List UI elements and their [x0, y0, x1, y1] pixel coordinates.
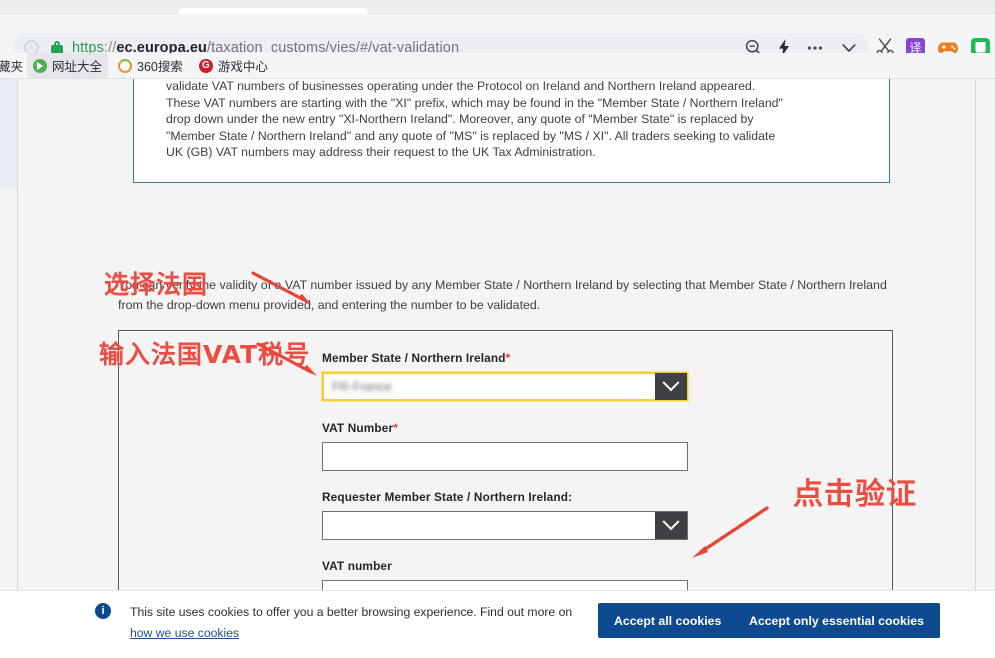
notice-line: validate VAT numbers of businesses opera… [166, 79, 875, 95]
page-right-border [975, 79, 976, 595]
member-state-select[interactable]: FR-France [322, 372, 688, 401]
tab-strip [0, 0, 995, 14]
cookie-message-text: This site uses cookies to offer you a be… [130, 605, 572, 619]
nav-site-icon [33, 59, 47, 73]
bookmark-item-360-search[interactable]: 360搜索 [112, 53, 189, 78]
browser-window: https://ec.europa.eu/taxation_customs/vi… [0, 0, 995, 657]
annotation-arrow-1 [250, 270, 320, 310]
bookmark-item-game-center[interactable]: G 游戏中心 [193, 53, 274, 78]
accept-all-cookies-button[interactable]: Accept all cookies [598, 603, 737, 638]
annotation-arrow-2 [255, 341, 325, 381]
vat-notice-box: validate VAT numbers of businesses opera… [133, 79, 890, 183]
page-left-border [17, 79, 18, 595]
required-marker: * [506, 351, 511, 365]
cookie-banner: i This site uses cookies to offer you a … [0, 590, 995, 657]
info-icon: i [95, 603, 111, 619]
bookmark-label: 360搜索 [137, 56, 183, 75]
annotation-arrow-3 [681, 504, 773, 564]
required-marker: * [393, 421, 398, 435]
field-requester-member-state: Requester Member State / Northern Irelan… [322, 490, 688, 540]
field-label-requester-member-state: Requester Member State / Northern Irelan… [322, 490, 688, 504]
chevron-down-icon[interactable] [655, 373, 687, 400]
notice-line: "Member State / Northern Ireland" and an… [166, 128, 875, 145]
notice-line: UK (GB) VAT numbers may address their re… [166, 144, 875, 161]
bookmark-label: 网址大全 [52, 56, 102, 75]
annotation-click-verify: 点击验证 [793, 469, 917, 513]
notice-line: drop down under the new entry "XI-Northe… [166, 111, 875, 128]
annotation-select-france: 选择法国 [104, 265, 208, 301]
notice-line: These VAT numbers are starting with the … [166, 95, 875, 112]
bookmarks-bar: 藏夹 网址大全 360搜索 G 游戏中心 [0, 53, 995, 79]
page-viewport: validate VAT numbers of businesses opera… [0, 79, 995, 657]
accept-only-essential-cookies-button[interactable]: Accept only essential cookies [733, 603, 940, 638]
bookmark-folder-label[interactable]: 藏夹 [0, 56, 23, 75]
search-360-icon [118, 59, 132, 73]
field-member-state: Member State / Northern Ireland* FR-Fran… [322, 351, 688, 401]
field-label-vat-number: VAT Number* [322, 421, 688, 435]
browser-toolbar: https://ec.europa.eu/taxation_customs/vi… [0, 14, 995, 53]
member-state-value: FR-France [332, 374, 646, 401]
field-label-requester-vat-number: VAT number [322, 559, 688, 573]
requester-member-state-select[interactable] [322, 511, 688, 540]
how-we-use-cookies-link[interactable]: how we use cookies [130, 626, 239, 640]
lead-paragraph: You can verify the validity of a VAT num… [118, 275, 898, 315]
bookmark-item-nav-site[interactable]: 网址大全 [27, 53, 108, 78]
game-center-icon: G [199, 59, 213, 73]
field-vat-number: VAT Number* [322, 421, 688, 471]
bookmark-label: 游戏中心 [218, 56, 268, 75]
vat-number-input[interactable] [322, 442, 688, 471]
page-left-gutter [0, 79, 17, 189]
field-label-member-state: Member State / Northern Ireland* [322, 351, 688, 365]
cookie-message: This site uses cookies to offer you a be… [130, 602, 585, 644]
